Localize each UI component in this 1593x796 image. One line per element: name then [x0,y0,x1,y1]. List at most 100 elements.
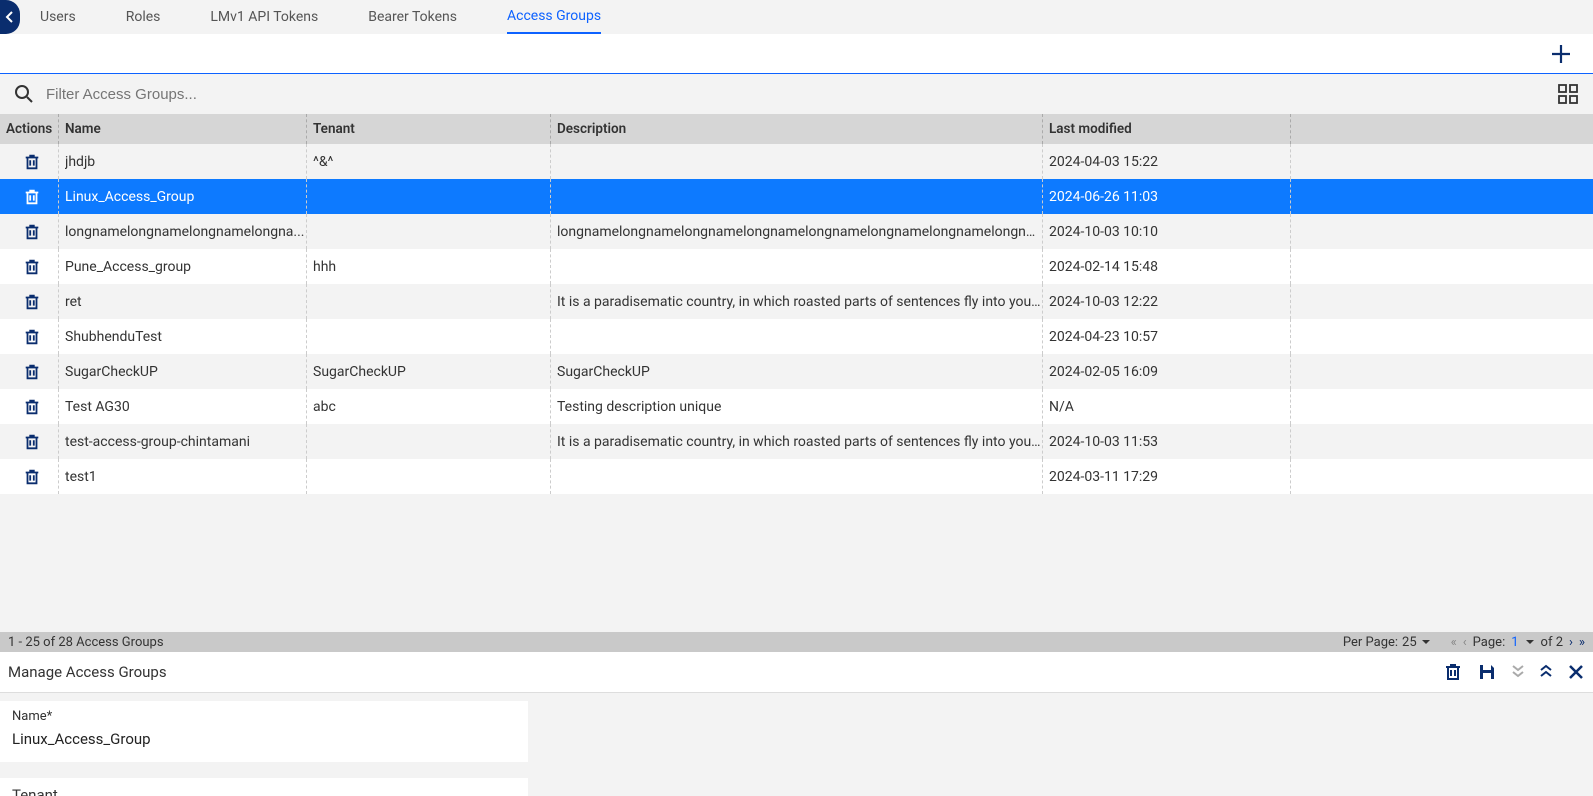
row-lastmodified: 2024-04-23 10:57 [1042,319,1290,354]
row-delete-button[interactable] [23,258,41,276]
row-delete-button[interactable] [23,433,41,451]
table-row[interactable]: jhdjb^&^2024-04-03 15:22 [0,144,1593,179]
table-row[interactable]: Pune_Access_grouphhh2024-02-14 15:48 [0,249,1593,284]
table-row[interactable]: retIt is a paradisematic country, in whi… [0,284,1593,319]
plus-icon [1549,42,1573,66]
col-header-actions: Actions [0,114,58,144]
tab-lmv1-api-tokens[interactable]: LMv1 API Tokens [210,1,318,33]
trash-icon [23,468,41,486]
tab-users[interactable]: Users [40,1,76,33]
table-header: Actions Name Tenant Description Last mod… [0,114,1593,144]
table-row[interactable]: Test AG30abcTesting description uniqueN/… [0,389,1593,424]
row-delete-button[interactable] [23,153,41,171]
row-name: Pune_Access_group [58,249,306,284]
col-header-description[interactable]: Description [550,114,1042,144]
row-description: longnamelongnamelongnamelongnamelongname… [550,214,1042,249]
table-row[interactable]: test12024-03-11 17:29 [0,459,1593,494]
row-description [550,179,1042,214]
row-tenant [306,459,550,494]
collapse-down-button[interactable] [1511,664,1525,680]
collapse-up-button[interactable] [1539,664,1553,680]
trash-icon [23,188,41,206]
double-chevron-down-icon [1511,664,1525,680]
row-delete-button[interactable] [23,363,41,381]
row-delete-button[interactable] [23,188,41,206]
row-description: SugarCheckUP [550,354,1042,389]
name-field[interactable]: Name* Linux_Access_Group [0,701,528,762]
table-row[interactable]: SugarCheckUPSugarCheckUPSugarCheckUP2024… [0,354,1593,389]
trash-icon [23,328,41,346]
delete-button[interactable] [1443,662,1463,682]
close-button[interactable] [1567,663,1585,681]
row-name: ShubhenduTest [58,319,306,354]
tenant-label: Tenant [12,786,516,796]
table-row[interactable]: Linux_Access_Group2024-06-26 11:03 [0,179,1593,214]
page-of-total: of 2 [1541,635,1563,650]
row-delete-button[interactable] [23,293,41,311]
page-current[interactable]: 1 [1511,635,1518,650]
detail-actions [1443,662,1585,682]
trash-icon [23,363,41,381]
trash-icon [1443,662,1463,682]
table-row[interactable]: longnamelongnamelongnamelongna... longnam… [0,214,1593,249]
save-button[interactable] [1477,662,1497,682]
row-name: longnamelongnamelongnamelongna... [58,214,306,249]
page-next-button[interactable]: › [1569,635,1573,650]
row-tenant: SugarCheckUP [306,354,550,389]
row-name: jhdjb [58,144,306,179]
tab-roles[interactable]: Roles [126,1,161,33]
col-header-extra [1290,114,1593,144]
trash-icon [23,153,41,171]
trash-icon [23,258,41,276]
row-description [550,459,1042,494]
row-delete-button[interactable] [23,468,41,486]
col-header-name[interactable]: Name [58,114,306,144]
row-delete-button[interactable] [23,223,41,241]
add-button[interactable] [1549,42,1573,66]
page-prev-button[interactable]: ‹ [1463,635,1467,650]
trash-icon [23,223,41,241]
row-name: Test AG30 [58,389,306,424]
tenant-field[interactable]: Tenant [0,778,528,796]
name-label: Name* [12,709,516,724]
per-page-value[interactable]: 25 [1402,635,1417,650]
row-extra [1290,354,1593,389]
row-tenant [306,284,550,319]
detail-title: Manage Access Groups [8,663,1443,681]
tab-bearer-tokens[interactable]: Bearer Tokens [368,1,457,33]
row-extra [1290,319,1593,354]
detail-body: Name* Linux_Access_Group Tenant Descript… [0,693,1593,796]
row-name: test-access-group-chintamani [58,424,306,459]
row-description: Testing description unique [550,389,1042,424]
row-extra [1290,214,1593,249]
per-page-label: Per Page: [1343,635,1398,650]
page-first-button[interactable]: « [1451,635,1457,650]
row-lastmodified: 2024-02-14 15:48 [1042,249,1290,284]
row-delete-button[interactable] [23,398,41,416]
filter-input[interactable] [46,86,1547,103]
name-value[interactable]: Linux_Access_Group [12,730,516,748]
page-last-button[interactable]: » [1579,635,1585,650]
row-delete-button[interactable] [23,328,41,346]
row-description: It is a paradisematic country, in which … [550,424,1042,459]
col-header-tenant[interactable]: Tenant [306,114,550,144]
table-row[interactable]: ShubhenduTest 2024-04-23 10:57 [0,319,1593,354]
back-button[interactable] [0,0,20,34]
tab-access-groups[interactable]: Access Groups [507,0,601,34]
row-lastmodified: 2024-04-03 15:22 [1042,144,1290,179]
table-row[interactable]: test-access-group-chintamani It is a para… [0,424,1593,459]
chevron-down-icon[interactable] [1421,638,1431,646]
grid-view-toggle[interactable] [1557,83,1579,105]
row-extra [1290,284,1593,319]
row-lastmodified: 2024-02-05 16:09 [1042,354,1290,389]
row-description [550,144,1042,179]
row-extra [1290,389,1593,424]
row-extra [1290,144,1593,179]
row-tenant [306,179,550,214]
row-extra [1290,249,1593,284]
double-chevron-up-icon [1539,664,1553,680]
row-tenant: abc [306,389,550,424]
chevron-down-icon[interactable] [1525,638,1535,646]
page-label: Page: [1473,635,1506,650]
col-header-lastmodified[interactable]: Last modified [1042,114,1290,144]
